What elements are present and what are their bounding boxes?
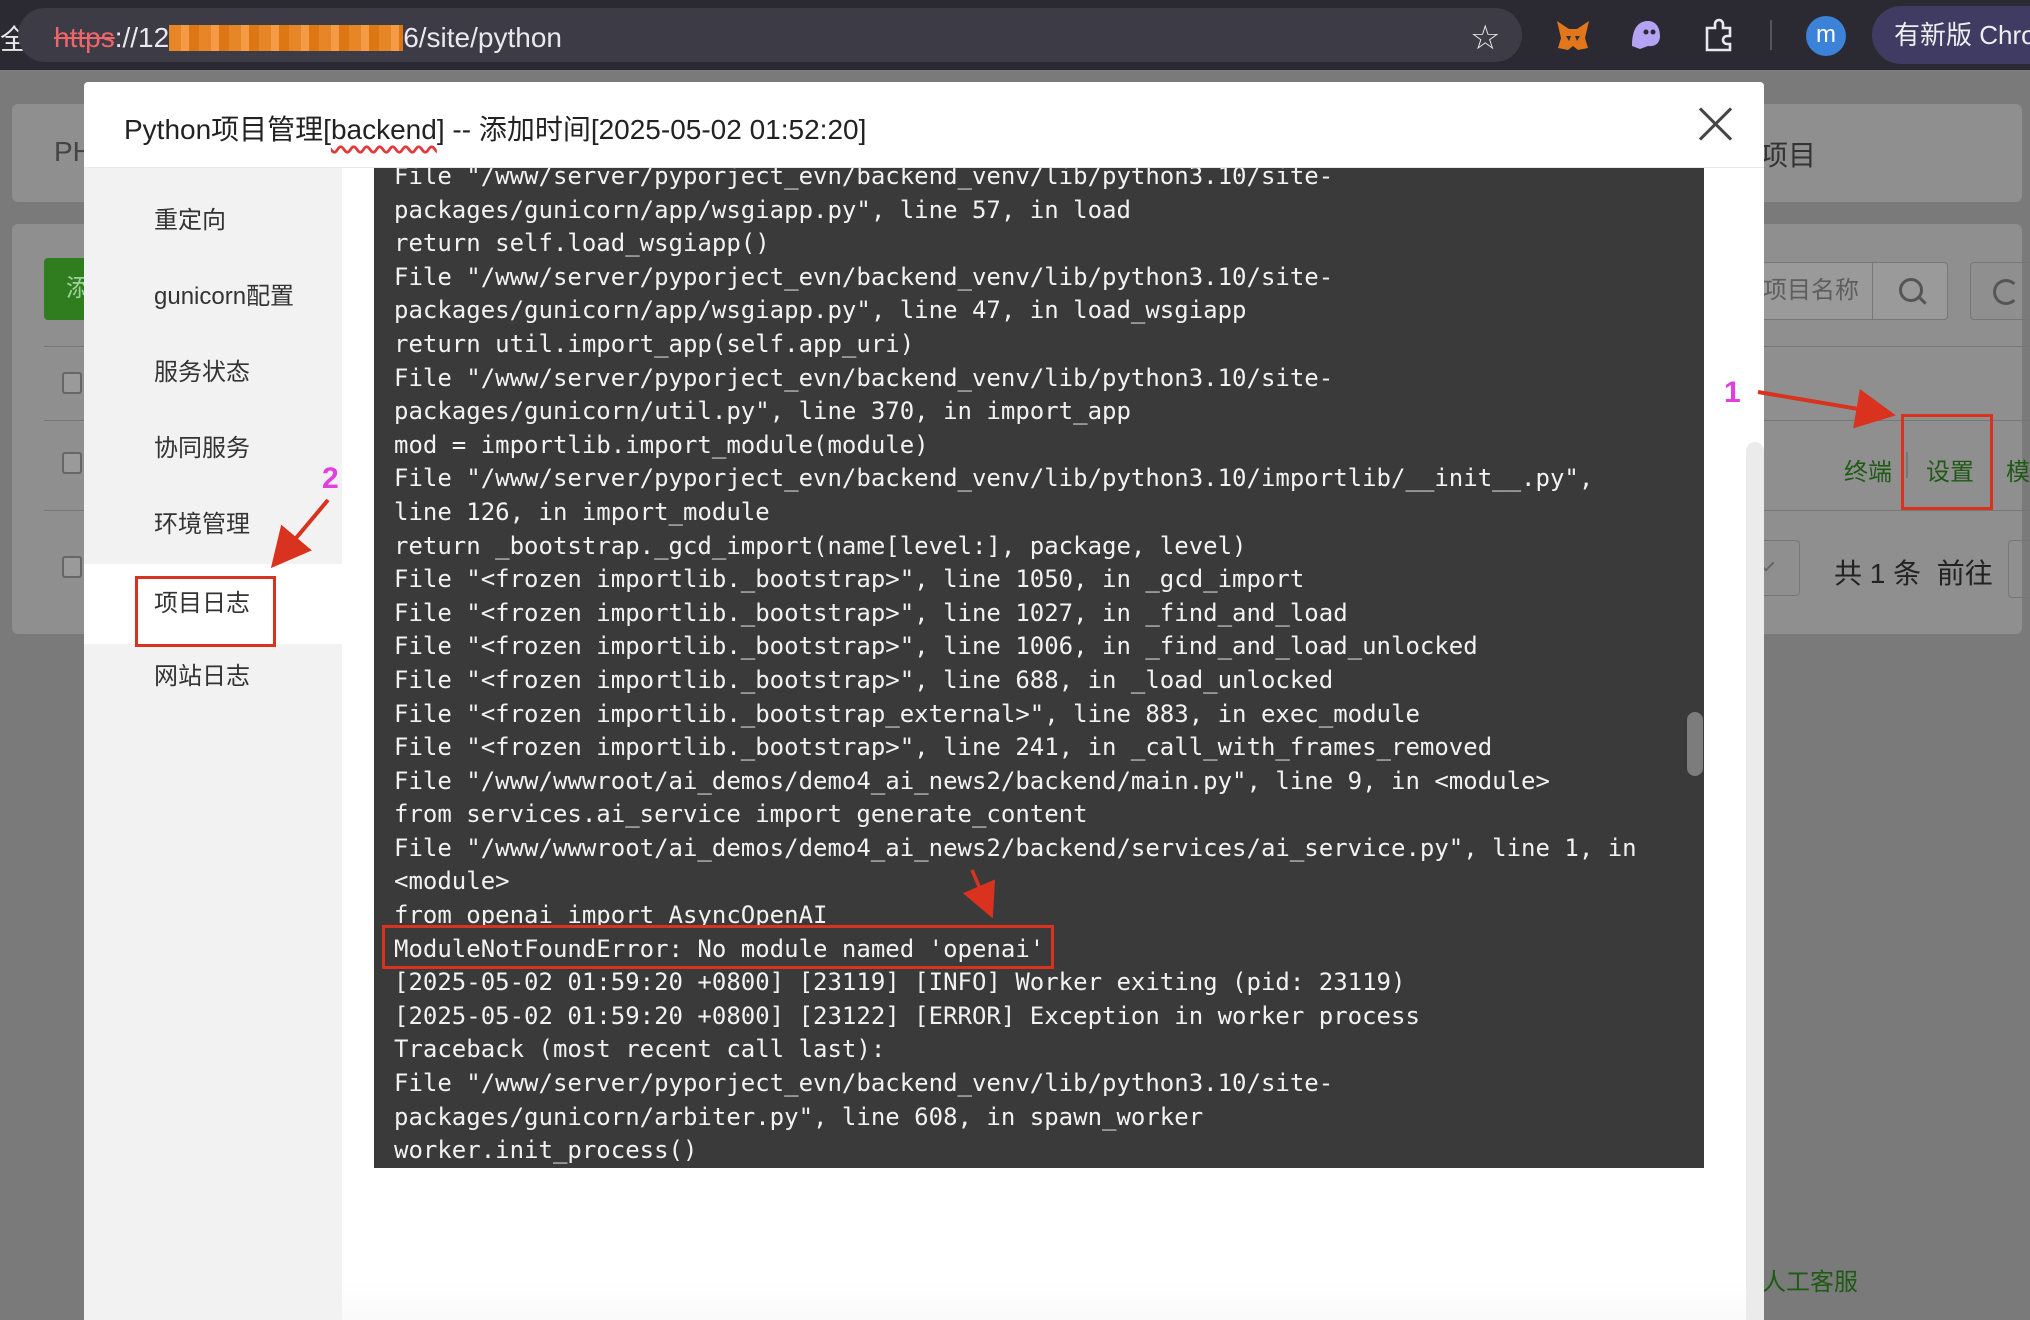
log-line: File "/www/server/pyporject_evn/backend_… [394,262,1334,291]
update-chrome-button[interactable]: 有新版 Chro [1872,6,2030,64]
url-text[interactable]: https://12 6/site/python [54,22,562,54]
log-scrollbar-thumb[interactable] [1687,712,1703,776]
sidebar-item-env-management[interactable]: 环境管理 [84,488,342,562]
redacted-host [169,25,404,51]
modal-title-suffix: ] -- 添加时间[2025-05-02 01:52:20] [436,114,867,145]
log-line: File "/www/server/pyporject_evn/backend_… [394,1069,1334,1098]
log-line: from services.ai_service import generate… [394,800,1088,829]
annotation-box-error-line [382,925,1054,969]
log-line: <module> [394,867,510,896]
address-bar[interactable]: https://12 6/site/python ☆ [18,8,1522,62]
log-line: packages/gunicorn/arbiter.py", line 608,… [394,1102,1204,1131]
log-line: Traceback (most recent call last): [394,1035,886,1064]
background-pager-input [2008,540,2030,598]
log-line: File "/www/server/pyporject_evn/backend_… [394,168,1334,190]
log-line: File "<frozen importlib._bootstrap>", li… [394,665,1334,694]
annotation-box-project-log [135,576,276,647]
project-log-viewer[interactable]: File "/www/server/pyporject_evn/backend_… [374,168,1704,1168]
modal-title: Python项目管理[backend] -- 添加时间[2025-05-02 0… [124,108,866,148]
background-checkbox [62,556,82,578]
log-line: File "<frozen importlib._bootstrap>", li… [394,733,1493,762]
sidebar-item-gunicorn-config[interactable]: gunicorn配置 [84,260,342,334]
log-line: packages/gunicorn/app/wsgiapp.py", line … [394,195,1131,224]
log-line: File "<frozen importlib._bootstrap>", li… [394,565,1305,594]
annotation-number-1: 1 [1724,376,1741,409]
log-line: File "/www/server/pyporject_evn/backend_… [394,464,1594,493]
log-lines: File "/www/server/pyporject_evn/backend_… [394,168,1684,1168]
modal-title-prefix: Python项目管理[ [124,114,331,145]
sidebar-item-site-log[interactable]: 网站日志 [84,640,342,714]
log-line: File "<frozen importlib._bootstrap>", li… [394,632,1478,661]
bookmark-star-icon[interactable]: ☆ [1470,18,1500,58]
background-customer-service: 人工客服 [1762,1269,1858,1296]
refresh-icon [1970,262,2030,320]
background-terminal-link: 终端 [1844,459,1892,486]
log-line: [2025-05-02 01:59:20 +0800] [23122] [ERR… [394,1001,1420,1030]
extensions-puzzle-icon[interactable] [1700,16,1738,54]
url-prefix: ://12 [114,22,170,53]
background-tab-right: 项目 [1760,140,1817,171]
log-scrollbar-track[interactable] [1686,168,1704,1168]
background-pager-text: 共 1 条 前往 [1834,552,1993,592]
log-line: [2025-05-02 01:59:20 +0800] [23119] [INF… [394,968,1406,997]
background-more-link: 模 [2006,459,2030,486]
sidebar-item-collab-service[interactable]: 协同服务 [84,412,342,486]
log-line: File "/www/wwwroot/ai_demos/demo4_ai_new… [394,833,1637,862]
metamask-fox-icon[interactable] [1554,16,1592,54]
search-icon [1872,262,1948,320]
annotation-number-2: 2 [322,462,339,495]
ghost-extension-icon[interactable] [1626,16,1664,54]
background-checkbox [62,452,82,474]
browser-toolbar: 全 https://12 6/site/python ☆ m 有新版 Chro [0,0,2030,70]
modal-header: Python项目管理[backend] -- 添加时间[2025-05-02 0… [84,82,1764,168]
annotation-box-settings [1901,414,1993,510]
url-suffix: 6/site/python [403,22,562,53]
log-line: line 126, in import_module [394,497,770,526]
log-line: return util.import_app(self.app_uri) [394,329,915,358]
sidebar-item-redirect[interactable]: 重定向 [84,184,342,258]
background-checkbox [62,372,82,394]
pager-goto: 前往 [1936,558,1993,589]
log-line: return self.load_wsgiapp() [394,229,770,258]
modal-sidebar: 重定向 gunicorn配置 服务状态 协同服务 环境管理 项目日志 网站日志 [84,168,342,1320]
log-line: File "<frozen importlib._bootstrap>", li… [394,598,1348,627]
background-add-button: 添 [44,258,90,320]
log-line: File "/www/wwwroot/ai_demos/demo4_ai_new… [394,766,1550,795]
modal-scrollbar[interactable] [1746,442,1764,1320]
log-line: File "<frozen importlib._bootstrap_exter… [394,699,1420,728]
modal-footer-area [342,1282,1746,1320]
project-manager-modal: Python项目管理[backend] -- 添加时间[2025-05-02 0… [84,82,1764,1320]
log-line: mod = importlib.import_module(module) [394,430,929,459]
modal-title-project: backend [330,114,437,145]
sidebar-item-service-status[interactable]: 服务状态 [84,336,342,410]
log-line: packages/gunicorn/app/wsgiapp.py", line … [394,296,1247,325]
log-line: File "/www/server/pyporject_evn/backend_… [394,363,1334,392]
log-line: worker.init_process() [394,1136,698,1165]
toolbar-divider [1770,20,1772,50]
log-line: return _bootstrap._gcd_import(name[level… [394,531,1247,560]
close-icon[interactable] [1696,104,1736,144]
log-line: packages/gunicorn/util.py", line 370, in… [394,397,1131,426]
pager-total: 共 1 条 [1834,558,1922,589]
url-scheme: https [54,22,115,53]
profile-avatar[interactable]: m [1806,16,1846,56]
